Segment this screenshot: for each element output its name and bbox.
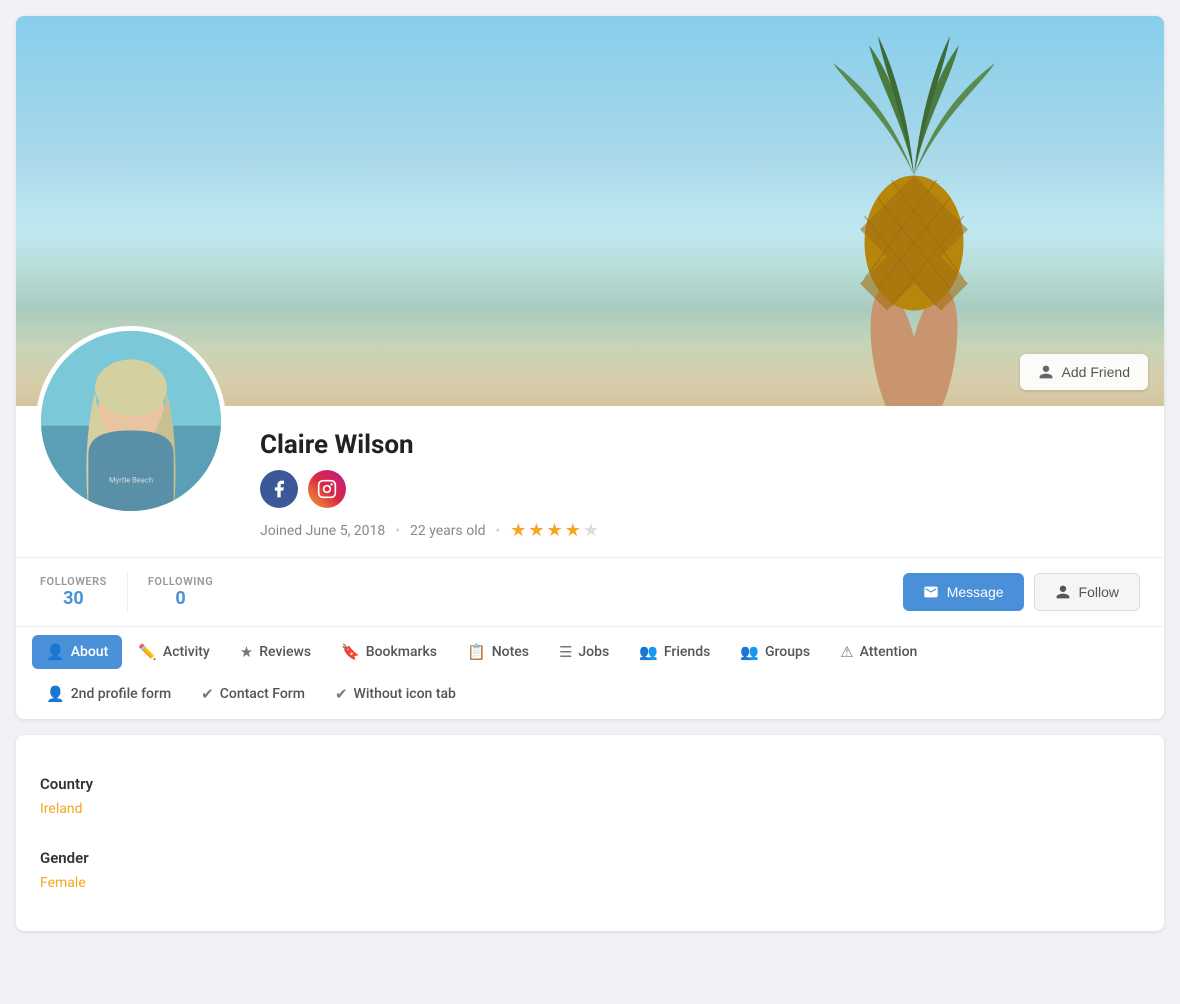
add-friend-button[interactable]: Add Friend — [1020, 354, 1148, 390]
tab-activity[interactable]: ✏️ Activity — [124, 635, 224, 669]
star-3: ★ — [547, 520, 563, 541]
age: 22 years old — [410, 523, 486, 539]
tab-reviews-label: Reviews — [259, 644, 311, 660]
tab-without-icon-label: Without icon tab — [354, 686, 456, 702]
field-country: Country Ireland — [40, 759, 1140, 833]
content-card: Country Ireland Gender Female — [16, 735, 1164, 931]
country-label: Country — [40, 759, 1140, 801]
tab-bookmarks-label: Bookmarks — [366, 644, 437, 660]
gender-value: Female — [40, 875, 1140, 907]
tab-notes[interactable]: 📋 Notes — [453, 635, 543, 669]
tab-attention[interactable]: ⚠ Attention — [826, 635, 931, 669]
tab-attention-label: Attention — [860, 644, 918, 660]
followers-stat[interactable]: FOLLOWERS 30 — [40, 575, 127, 609]
tab-bookmarks[interactable]: 🔖 Bookmarks — [327, 635, 451, 669]
friends-tab-icon: 👥 — [639, 643, 658, 661]
message-button[interactable]: Message — [903, 573, 1024, 611]
jobs-tab-icon: ☰ — [559, 643, 572, 661]
tabs-row: 👤 About ✏️ Activity ★ Reviews 🔖 Bookmark… — [32, 627, 1148, 677]
bookmarks-tab-icon: 🔖 — [341, 643, 360, 661]
tabs-section: 👤 About ✏️ Activity ★ Reviews 🔖 Bookmark… — [16, 626, 1164, 719]
joined-date: Joined June 5, 2018 — [260, 523, 385, 539]
svg-text:Myrtle Beach: Myrtle Beach — [109, 476, 153, 485]
follow-button[interactable]: Follow — [1034, 573, 1140, 611]
tab-activity-label: Activity — [163, 644, 210, 660]
profile-info-section: Myrtle Beach Claire Wilson — [16, 406, 1164, 557]
tab-contact-form-label: Contact Form — [220, 686, 305, 702]
tab-without-icon[interactable]: ✔ Without icon tab — [321, 677, 470, 711]
groups-tab-icon: 👥 — [740, 643, 759, 661]
notes-tab-icon: 📋 — [467, 643, 486, 661]
tab-reviews[interactable]: ★ Reviews — [226, 635, 325, 669]
avatar: Myrtle Beach — [36, 326, 226, 516]
follow-icon — [1055, 584, 1071, 600]
profile-name: Claire Wilson — [260, 430, 1140, 460]
following-count: 0 — [148, 588, 213, 609]
followers-count: 30 — [40, 588, 107, 609]
tab-friends-label: Friends — [664, 644, 710, 660]
reviews-tab-icon: ★ — [240, 643, 253, 661]
tab-friends[interactable]: 👥 Friends — [625, 635, 724, 669]
about-tab-icon: 👤 — [46, 643, 65, 661]
tab-groups[interactable]: 👥 Groups — [726, 635, 824, 669]
action-buttons: Message Follow — [903, 573, 1140, 611]
attention-tab-icon: ⚠ — [840, 643, 853, 661]
tab-contact-form[interactable]: ✔ Contact Form — [187, 677, 319, 711]
star-2: ★ — [528, 520, 544, 541]
pineapple-decoration — [824, 26, 1004, 406]
facebook-link[interactable] — [260, 470, 298, 508]
activity-tab-icon: ✏️ — [138, 643, 157, 661]
instagram-icon — [317, 479, 337, 499]
message-icon — [923, 584, 939, 600]
following-label: FOLLOWING — [148, 575, 213, 588]
dot-sep-2: • — [496, 523, 501, 539]
country-value: Ireland — [40, 801, 1140, 833]
dot-sep-1: • — [395, 523, 400, 539]
without-icon-tab-icon: ✔ — [335, 685, 348, 703]
star-1: ★ — [510, 520, 526, 541]
tab-about-label: About — [71, 644, 109, 660]
avatar-image: Myrtle Beach — [41, 331, 221, 511]
tab-notes-label: Notes — [492, 644, 529, 660]
rating-stars: ★ ★ ★ ★ ★ — [510, 520, 599, 541]
instagram-link[interactable] — [308, 470, 346, 508]
tab-jobs[interactable]: ☰ Jobs — [545, 635, 623, 669]
tab-2nd-profile-label: 2nd profile form — [71, 686, 171, 702]
tab-about[interactable]: 👤 About — [32, 635, 122, 669]
gender-label: Gender — [40, 833, 1140, 875]
person-icon — [1038, 364, 1054, 380]
contact-form-tab-icon: ✔ — [201, 685, 214, 703]
tabs-row-2: 👤 2nd profile form ✔ Contact Form ✔ With… — [32, 677, 1148, 719]
followers-label: FOLLOWERS — [40, 575, 107, 588]
tab-jobs-label: Jobs — [578, 644, 609, 660]
tab-groups-label: Groups — [765, 644, 810, 660]
profile-details: Joined June 5, 2018 • 22 years old • ★ ★… — [260, 520, 1140, 541]
star-5: ★ — [583, 520, 599, 541]
star-4: ★ — [565, 520, 581, 541]
stats-section: FOLLOWERS 30 FOLLOWING 0 Message Follow — [16, 557, 1164, 626]
facebook-icon — [269, 479, 289, 499]
tab-2nd-profile-form[interactable]: 👤 2nd profile form — [32, 677, 185, 711]
field-gender: Gender Female — [40, 833, 1140, 907]
social-icons — [260, 470, 1140, 508]
following-stat[interactable]: FOLLOWING 0 — [128, 575, 233, 609]
2nd-profile-tab-icon: 👤 — [46, 685, 65, 703]
